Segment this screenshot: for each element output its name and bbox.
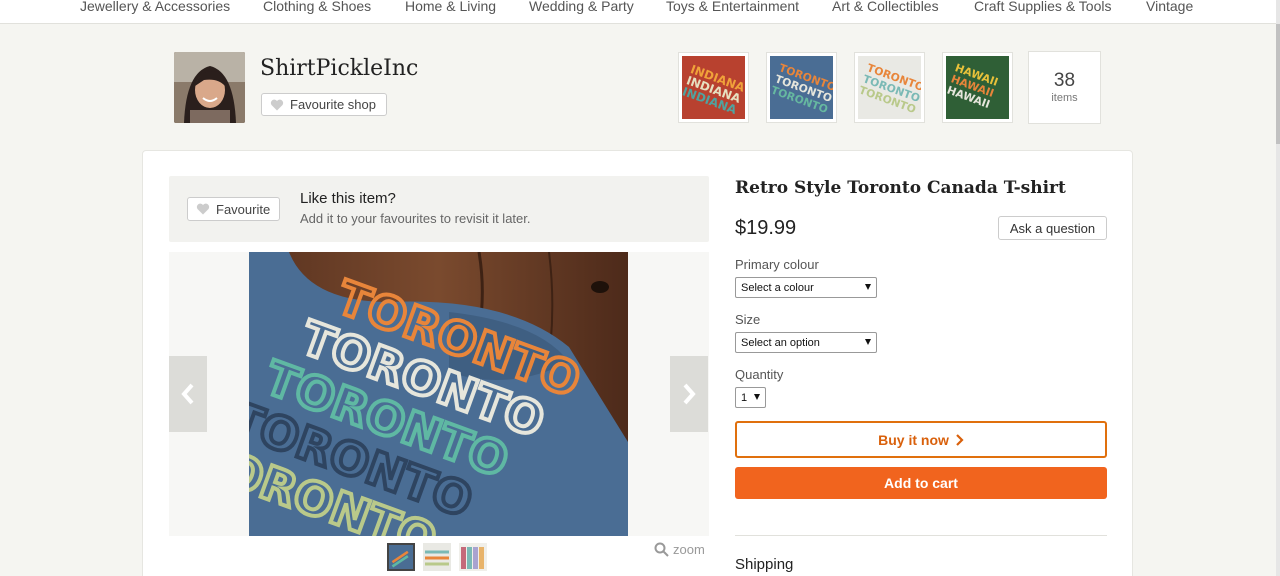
size-label: Size xyxy=(735,312,761,327)
section-divider xyxy=(735,535,1107,536)
next-image-button[interactable] xyxy=(670,356,708,432)
listing-title: Retro Style Toronto Canada T-shirt xyxy=(735,178,1066,198)
shop-owner-avatar[interactable] xyxy=(174,52,245,123)
nav-item-craft[interactable]: Craft Supplies & Tools xyxy=(974,0,1111,14)
favourite-item-button[interactable]: Favourite xyxy=(187,197,280,221)
quantity-label: Quantity xyxy=(735,367,784,382)
chevron-left-icon xyxy=(181,383,194,405)
scrollbar-thumb[interactable] xyxy=(1276,24,1280,144)
shirt-image: HAWAII HAWAII HAWAII xyxy=(946,56,1009,119)
like-item-title: Like this item? xyxy=(300,190,396,207)
primary-colour-value: Select a colour xyxy=(741,281,814,294)
favourite-shop-button[interactable]: Favourite shop xyxy=(261,93,387,116)
shirt-image: TORONTO TORONTO TORONTO xyxy=(858,56,921,119)
magnifier-icon xyxy=(654,542,669,557)
nav-item-wedding[interactable]: Wedding & Party xyxy=(529,0,634,14)
chevron-right-icon xyxy=(683,383,696,405)
shop-item-thumb-2[interactable]: TORONTO TORONTO TORONTO xyxy=(766,52,837,123)
favourite-shop-label: Favourite shop xyxy=(290,97,376,112)
gallery-thumb-3[interactable] xyxy=(459,543,487,571)
nav-item-toys[interactable]: Toys & Entertainment xyxy=(666,0,799,14)
page-scrollbar[interactable] xyxy=(1276,0,1280,576)
shop-item-thumb-4[interactable]: HAWAII HAWAII HAWAII xyxy=(942,52,1013,123)
heart-icon xyxy=(270,99,284,110)
nav-item-vintage[interactable]: Vintage xyxy=(1146,0,1193,14)
prev-image-button[interactable] xyxy=(169,356,207,432)
shop-items-count[interactable]: 38 items xyxy=(1028,51,1101,124)
nav-item-home-living[interactable]: Home & Living xyxy=(405,0,496,14)
listing-price: $19.99 xyxy=(735,217,797,239)
quantity-value: 1 xyxy=(741,391,748,404)
main-product-image[interactable]: TORONTO TORONTO TORONTO TORONTO TORONTO xyxy=(249,252,628,536)
dropdown-caret-icon xyxy=(754,394,760,400)
shop-item-thumb-1[interactable]: INDIANA INDIANA INDIANA xyxy=(678,52,749,123)
dropdown-caret-icon xyxy=(865,284,871,290)
add-to-cart-button[interactable]: Add to cart xyxy=(735,467,1107,499)
gallery-thumb-2[interactable] xyxy=(423,543,451,571)
like-item-subtitle: Add it to your favourites to revisit it … xyxy=(300,211,531,226)
items-count-label: items xyxy=(1051,92,1078,104)
shirt-image: INDIANA INDIANA INDIANA xyxy=(682,56,745,119)
buy-it-now-label: Buy it now xyxy=(878,431,949,448)
primary-colour-select[interactable]: Select a colour xyxy=(735,277,877,298)
items-count-number: 38 xyxy=(1053,70,1076,91)
nav-item-art[interactable]: Art & Collectibles xyxy=(832,0,939,14)
heart-icon xyxy=(196,203,210,215)
favourite-item-label: Favourite xyxy=(216,201,271,217)
shirt-image: TORONTO TORONTO TORONTO xyxy=(770,56,833,119)
gallery-thumb-1[interactable] xyxy=(387,543,415,571)
quantity-select[interactable]: 1 xyxy=(735,387,766,408)
buy-it-now-button[interactable]: Buy it now xyxy=(735,421,1107,458)
chevron-right-icon xyxy=(956,433,964,446)
dropdown-caret-icon xyxy=(865,339,871,345)
size-select[interactable]: Select an option xyxy=(735,332,877,353)
category-nav: Jewellery & Accessories Clothing & Shoes… xyxy=(0,0,1280,24)
primary-colour-label: Primary colour xyxy=(735,257,819,272)
zoom-label: zoom xyxy=(673,542,705,557)
shop-name[interactable]: ShirtPickleInc xyxy=(260,56,418,81)
zoom-button[interactable]: zoom xyxy=(654,542,705,557)
size-value: Select an option xyxy=(741,336,820,349)
shipping-heading[interactable]: Shipping xyxy=(735,556,793,573)
ask-question-button[interactable]: Ask a question xyxy=(998,216,1107,240)
nav-item-jewellery[interactable]: Jewellery & Accessories xyxy=(80,0,230,14)
nav-item-clothing[interactable]: Clothing & Shoes xyxy=(263,0,371,14)
shop-item-thumb-3[interactable]: TORONTO TORONTO TORONTO xyxy=(854,52,925,123)
